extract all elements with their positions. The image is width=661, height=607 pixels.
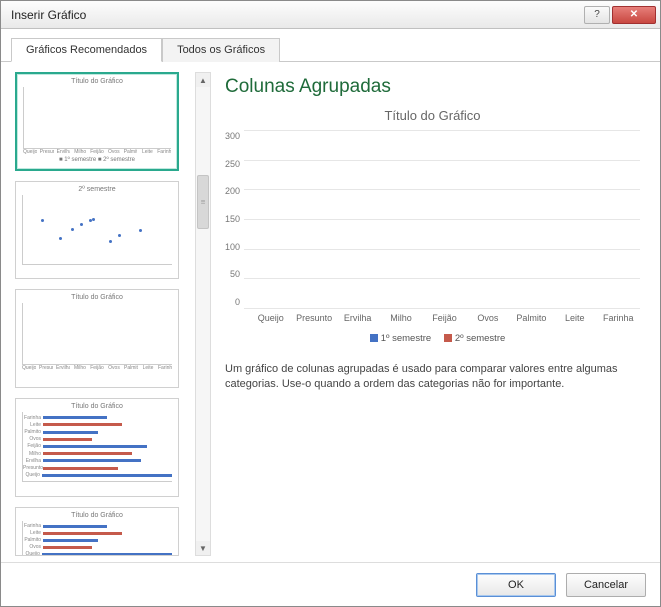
x-tick-label: Farinha bbox=[597, 313, 640, 323]
x-tick-label: Presunto bbox=[292, 313, 335, 323]
dialog-footer: OK Cancelar bbox=[1, 562, 660, 606]
cancel-button[interactable]: Cancelar bbox=[566, 573, 646, 597]
close-button[interactable]: ✕ bbox=[612, 6, 656, 24]
scroll-track[interactable] bbox=[196, 87, 210, 541]
thumb-mini-chart bbox=[22, 303, 172, 365]
x-tick-label: Feijão bbox=[423, 313, 466, 323]
x-tick-label: Palmito bbox=[510, 313, 553, 323]
help-button[interactable]: ? bbox=[584, 6, 610, 24]
preview-pane: Colunas Agrupadas Título do Gráfico 0 50… bbox=[215, 72, 646, 556]
scroll-up-icon[interactable]: ▲ bbox=[196, 73, 210, 87]
thumb-title: Título do Gráfico bbox=[22, 294, 172, 301]
thumb-mini-chart: Farinha Leite Palmito Ovos Feijão Milho … bbox=[22, 412, 172, 482]
tab-recommended[interactable]: Gráficos Recomendados bbox=[11, 38, 162, 62]
thumb-mini-chart: Farinha Leite Palmito Ovos Queijo bbox=[22, 521, 172, 556]
x-tick-label: Ervilha bbox=[336, 313, 379, 323]
x-tick-label: Leite bbox=[553, 313, 596, 323]
x-tick-label: Ovos bbox=[466, 313, 509, 323]
chart-title: Título do Gráfico bbox=[225, 108, 640, 123]
x-tick-label: Milho bbox=[379, 313, 422, 323]
x-axis: QueijoPresuntoErvilhaMilhoFeijãoOvosPalm… bbox=[225, 313, 640, 323]
thumb-xlabels: QueijoPresuntoErvilhaMilhoFeijãoOvosPalm… bbox=[23, 149, 171, 155]
thumb-xlabels: QueijoPresuntoErvilhaMilhoFeijãoOvosPalm… bbox=[22, 365, 172, 371]
thumb-title: Título do Gráfico bbox=[22, 403, 172, 410]
thumb-scatter[interactable]: 2º semestre bbox=[15, 181, 179, 280]
scroll-thumb[interactable] bbox=[197, 175, 209, 229]
dialog-title: Inserir Gráfico bbox=[11, 8, 584, 22]
thumb-clustered-bar[interactable]: Título do Gráfico Farinha Leite Palmito … bbox=[15, 398, 179, 497]
legend-label-1: 1º semestre bbox=[381, 333, 431, 344]
titlebar[interactable]: Inserir Gráfico ? ✕ bbox=[1, 1, 660, 29]
thumb-mini-chart bbox=[23, 87, 171, 149]
bars bbox=[244, 131, 640, 309]
legend-swatch-blue bbox=[370, 334, 378, 342]
thumb-title: 2º semestre bbox=[22, 186, 172, 193]
dialog-body: Título do Gráfico QueijoPresuntoErvilhaM… bbox=[1, 62, 660, 562]
scroll-down-icon[interactable]: ▼ bbox=[196, 541, 210, 555]
x-tick-label: Queijo bbox=[249, 313, 292, 323]
thumb-title: Título do Gráfico bbox=[23, 78, 171, 85]
tabs-row: Gráficos Recomendados Todos os Gráficos bbox=[1, 29, 660, 62]
tab-all-charts[interactable]: Todos os Gráficos bbox=[162, 38, 280, 62]
chart-description: Um gráfico de colunas agrupadas é usado … bbox=[225, 362, 640, 392]
thumb-legend: ■ 1º semestre ■ 2º semestre bbox=[23, 157, 171, 163]
thumb-title: Título do Gráfico bbox=[22, 512, 172, 519]
thumbnail-list: Título do Gráfico QueijoPresuntoErvilhaM… bbox=[15, 72, 191, 556]
insert-chart-dialog: Inserir Gráfico ? ✕ Gráficos Recomendado… bbox=[0, 0, 661, 607]
thumbnail-scrollbar[interactable]: ▲ ▼ bbox=[195, 72, 211, 556]
legend-label-2: 2º semestre bbox=[455, 333, 505, 344]
legend-swatch-red bbox=[444, 334, 452, 342]
ok-button[interactable]: OK bbox=[476, 573, 556, 597]
plot-area bbox=[244, 131, 640, 309]
chart-type-heading: Colunas Agrupadas bbox=[225, 76, 640, 98]
thumb-clustered-bar-2[interactable]: Título do Gráfico Farinha Leite Palmito … bbox=[15, 507, 179, 556]
thumb-mini-chart bbox=[22, 195, 172, 265]
thumb-clustered-column[interactable]: Título do Gráfico QueijoPresuntoErvilhaM… bbox=[15, 72, 179, 171]
thumb-clustered-column-2[interactable]: Título do Gráfico QueijoPresuntoErvilhaM… bbox=[15, 289, 179, 388]
chart-preview[interactable]: Título do Gráfico 0 50 100 150 200 250 3… bbox=[225, 108, 640, 344]
legend: 1º semestre 2º semestre bbox=[225, 333, 640, 344]
y-axis: 0 50 100 150 200 250 300 bbox=[225, 131, 244, 309]
